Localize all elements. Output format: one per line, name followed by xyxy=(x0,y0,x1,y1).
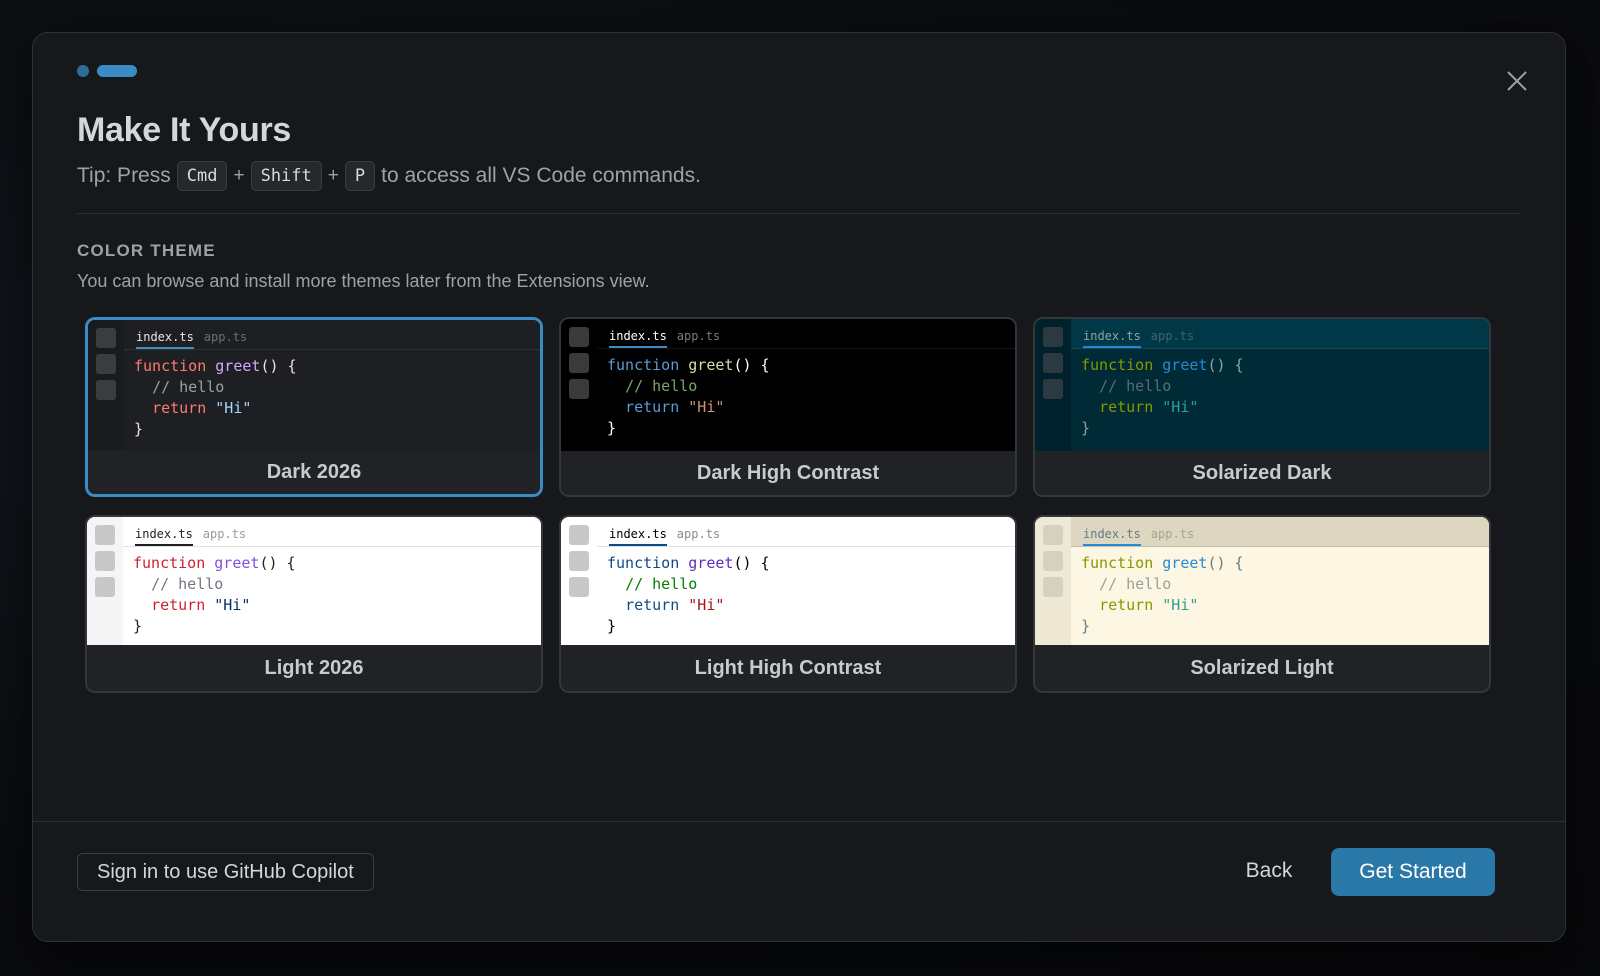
preview-tab-active: index.ts xyxy=(136,330,194,349)
theme-card[interactable]: index.ts app.ts function greet() { // hell… xyxy=(1033,317,1491,497)
activity-icon-placeholder xyxy=(96,328,116,348)
editor-preview: index.ts app.ts function greet() { // hell… xyxy=(1071,319,1489,453)
preview-tab: app.ts xyxy=(1150,329,1195,343)
activity-bar-preview xyxy=(561,319,597,453)
activity-icon-placeholder xyxy=(569,577,589,597)
theme-card[interactable]: index.ts app.ts function greet() { // hell… xyxy=(559,317,1017,497)
code-sample: function greet() { // hello return "Hi" … xyxy=(607,554,770,635)
preview-tab: app.ts xyxy=(202,527,247,541)
code-sample: function greet() { // hello return "Hi" … xyxy=(607,356,770,437)
theme-name-label: Solarized Light xyxy=(1035,645,1489,691)
header-divider xyxy=(77,213,1521,214)
onboarding-dialog: Make It Yours Tip: Press Cmd + Shift + P… xyxy=(32,32,1566,942)
key-shift: Shift xyxy=(250,161,322,191)
preview-tab: app.ts xyxy=(676,527,721,541)
key-p: P xyxy=(344,161,376,191)
back-button[interactable]: Back xyxy=(1229,847,1309,895)
key-separator: + xyxy=(327,165,339,186)
get-started-button[interactable]: Get Started xyxy=(1331,848,1495,896)
activity-icon-placeholder xyxy=(569,353,589,373)
theme-card[interactable]: index.ts app.ts function greet() { // hell… xyxy=(1033,515,1491,693)
editor-preview: index.ts app.ts function greet() { // hell… xyxy=(597,517,1015,647)
editor-preview: index.ts app.ts function greet() { // hell… xyxy=(124,320,540,454)
tab-bar-preview: index.ts app.ts xyxy=(1071,517,1489,547)
tab-bar-preview: index.ts app.ts xyxy=(597,517,1015,547)
tab-bar-preview: index.ts app.ts xyxy=(124,320,540,350)
activity-icon-placeholder xyxy=(95,525,115,545)
preview-tab-active: index.ts xyxy=(1083,329,1141,348)
code-sample: function greet() { // hello return "Hi" … xyxy=(134,357,297,438)
theme-name-label: Solarized Dark xyxy=(1035,451,1489,495)
preview-tab-active: index.ts xyxy=(609,329,667,348)
theme-preview: index.ts app.ts function greet() { // hell… xyxy=(87,517,541,647)
key-cmd: Cmd xyxy=(176,161,228,191)
activity-icon-placeholder xyxy=(95,577,115,597)
section-title: COLOR THEME xyxy=(77,241,216,260)
tab-bar-preview: index.ts app.ts xyxy=(597,319,1015,349)
tip-line: Tip: Press Cmd + Shift + P to access all… xyxy=(77,161,701,191)
editor-preview: index.ts app.ts function greet() { // hell… xyxy=(1071,517,1489,647)
key-separator: + xyxy=(233,165,245,186)
theme-preview: index.ts app.ts function greet() { // hell… xyxy=(1035,517,1489,647)
close-icon xyxy=(1507,71,1527,91)
theme-card[interactable]: index.ts app.ts function greet() { // hell… xyxy=(85,515,543,693)
activity-icon-placeholder xyxy=(569,327,589,347)
theme-name-label: Light 2026 xyxy=(87,645,541,691)
section-description: You can browse and install more themes l… xyxy=(77,271,650,291)
footer-divider xyxy=(33,821,1565,822)
activity-bar-preview xyxy=(561,517,597,647)
theme-name-label: Dark High Contrast xyxy=(561,451,1015,495)
activity-icon-placeholder xyxy=(1043,327,1063,347)
preview-tab: app.ts xyxy=(203,330,248,344)
dialog-title: Make It Yours xyxy=(77,111,292,149)
step-progress xyxy=(77,65,137,77)
activity-icon-placeholder xyxy=(1043,551,1063,571)
preview-tab: app.ts xyxy=(1150,527,1195,541)
preview-tab-active: index.ts xyxy=(609,527,667,546)
preview-tab: app.ts xyxy=(676,329,721,343)
code-sample: function greet() { // hello return "Hi" … xyxy=(133,554,296,635)
activity-icon-placeholder xyxy=(1043,577,1063,597)
theme-card[interactable]: index.ts app.ts function greet() { // hell… xyxy=(559,515,1017,693)
activity-icon-placeholder xyxy=(569,525,589,545)
tab-bar-preview: index.ts app.ts xyxy=(123,517,541,547)
tab-bar-preview: index.ts app.ts xyxy=(1071,319,1489,349)
activity-bar-preview xyxy=(87,517,123,647)
activity-icon-placeholder xyxy=(1043,379,1063,399)
preview-tab-active: index.ts xyxy=(1083,527,1141,546)
tip-suffix: to access all VS Code commands. xyxy=(381,164,701,187)
tip-prefix: Tip: Press xyxy=(77,164,171,187)
activity-icon-placeholder xyxy=(95,551,115,571)
code-sample: function greet() { // hello return "Hi" … xyxy=(1081,554,1244,635)
theme-grid: index.ts app.ts function greet() { // hell… xyxy=(85,317,1491,693)
activity-icon-placeholder xyxy=(1043,525,1063,545)
activity-icon-placeholder xyxy=(96,380,116,400)
activity-bar-preview xyxy=(1035,319,1071,453)
activity-icon-placeholder xyxy=(1043,353,1063,373)
theme-card[interactable]: index.ts app.ts function greet() { // hell… xyxy=(85,317,543,497)
code-sample: function greet() { // hello return "Hi" … xyxy=(1081,356,1244,437)
theme-name-label: Dark 2026 xyxy=(88,450,540,494)
activity-icon-placeholder xyxy=(569,379,589,399)
activity-bar-preview xyxy=(88,320,124,454)
editor-preview: index.ts app.ts function greet() { // hell… xyxy=(123,517,541,647)
step-2-indicator-active xyxy=(97,65,137,77)
github-copilot-signin-button[interactable]: Sign in to use GitHub Copilot xyxy=(77,853,374,891)
theme-preview: index.ts app.ts function greet() { // hell… xyxy=(1035,319,1489,453)
theme-preview: index.ts app.ts function greet() { // hell… xyxy=(561,319,1015,453)
activity-icon-placeholder xyxy=(96,354,116,374)
theme-preview: index.ts app.ts function greet() { // hell… xyxy=(561,517,1015,647)
theme-preview: index.ts app.ts function greet() { // hell… xyxy=(88,320,540,454)
activity-bar-preview xyxy=(1035,517,1071,647)
editor-preview: index.ts app.ts function greet() { // hell… xyxy=(597,319,1015,453)
activity-icon-placeholder xyxy=(569,551,589,571)
step-1-indicator xyxy=(77,65,89,77)
preview-tab-active: index.ts xyxy=(135,527,193,546)
theme-name-label: Light High Contrast xyxy=(561,645,1015,691)
close-button[interactable] xyxy=(1503,67,1531,95)
